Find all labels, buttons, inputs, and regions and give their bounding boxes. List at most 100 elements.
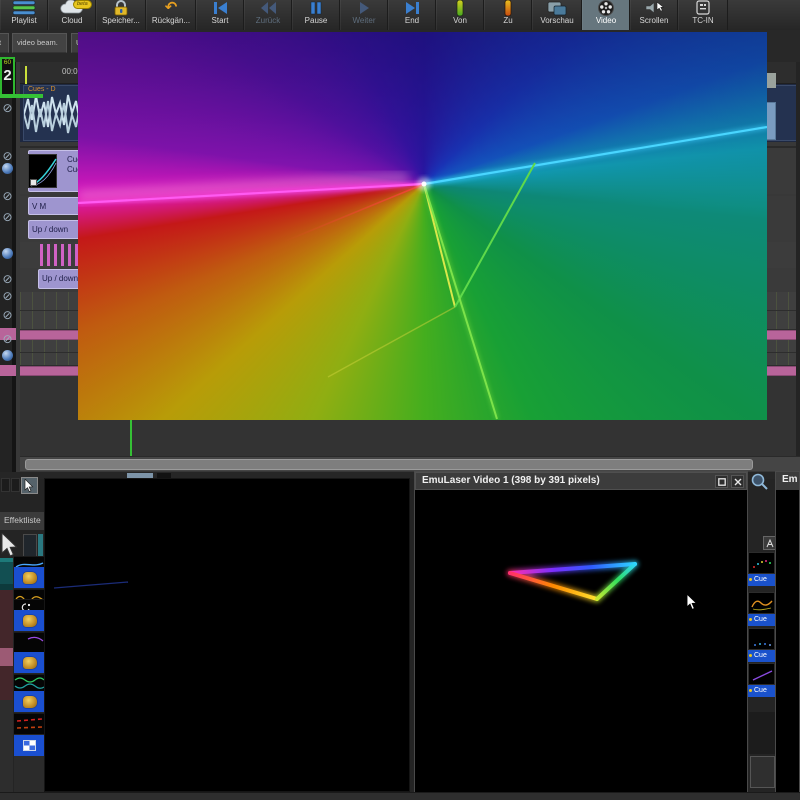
fx-slot-box[interactable] <box>23 534 37 557</box>
bottom-panel-area: Effektliste <box>0 472 800 800</box>
to-marker-icon <box>503 0 513 16</box>
fx-tool-slot-2[interactable] <box>11 478 20 492</box>
cloud-button[interactable]: Cloud beta <box>48 0 96 30</box>
pause-label: Pause <box>305 16 328 25</box>
track-mute-icon-8[interactable]: ⊘ <box>1 333 14 346</box>
tab-video-beam[interactable]: video beam. <box>12 33 67 53</box>
gold-hand-icon-1 <box>23 572 37 584</box>
track-sphere-icon-1[interactable] <box>2 163 13 174</box>
cue-thumbnail-flag-icon <box>30 179 37 186</box>
from-button[interactable]: Von <box>436 0 484 30</box>
fx-preview-blue-line[interactable] <box>14 556 45 567</box>
end-label: End <box>405 16 419 25</box>
laser-beams-graphic <box>78 32 767 420</box>
track-mute-icon-4[interactable]: ⊘ <box>1 211 14 224</box>
counter-value: 2 <box>2 67 13 84</box>
video-label: Video <box>596 16 616 25</box>
preview-monitor-icon <box>547 0 567 16</box>
track-sphere-icon-2[interactable] <box>2 248 13 259</box>
hscrollbar-thumb[interactable] <box>25 459 753 470</box>
second-emulaser-window: Em <box>775 471 800 793</box>
cue-list-item-1[interactable]: Cue <box>748 552 775 586</box>
header-pink-2 <box>0 365 16 376</box>
cue-list-footer-cell <box>750 756 775 788</box>
emulaser-titlebar[interactable]: EmuLaser Video 1 (398 by 391 pixels) <box>415 472 747 490</box>
undo-label: Rückgän... <box>152 16 190 25</box>
application-window: Playlist Cloud beta Speicher... ↶ Rückgä… <box>0 0 800 800</box>
track-mute-icon-3[interactable]: ⊘ <box>1 190 14 203</box>
playlist-label: Playlist <box>11 16 36 25</box>
pause-button[interactable]: Pause <box>292 0 340 30</box>
side-strip-maroon-1 <box>0 590 13 648</box>
cue-dot-4 <box>749 689 752 692</box>
fx-preview-purple-arc[interactable] <box>14 632 45 652</box>
fx-item-3[interactable] <box>14 652 45 673</box>
end-button[interactable]: End <box>388 0 436 30</box>
preview-button[interactable]: Vorschau <box>532 0 582 30</box>
fx-item-2[interactable] <box>14 610 45 631</box>
save-button[interactable]: Speicher... <box>96 0 146 30</box>
side-strip-pink <box>0 648 13 666</box>
counter-top: 60 <box>2 59 13 67</box>
start-label: Start <box>212 16 229 25</box>
track-mute-icon-6[interactable]: ⊘ <box>1 290 14 303</box>
scroll-label: Scrollen <box>640 16 669 25</box>
next-label: Weiter <box>353 16 376 25</box>
bottom-edge-strip <box>0 792 800 800</box>
select-tool-button[interactable] <box>21 477 38 494</box>
tab-cut[interactable]: t <box>0 33 9 53</box>
timeline-hscrollbar[interactable] <box>20 456 800 471</box>
scroll-button[interactable]: Scrollen <box>630 0 678 30</box>
from-label: Von <box>453 16 467 25</box>
pause-icon <box>309 0 323 16</box>
fx-item-checker[interactable] <box>14 735 45 756</box>
track-mute-icon-2[interactable]: ⊘ <box>1 150 14 163</box>
back-button[interactable]: Zurück <box>244 0 292 30</box>
cue-thumb-4 <box>748 663 775 685</box>
maximize-button[interactable] <box>715 475 728 488</box>
start-button[interactable]: Start <box>196 0 244 30</box>
fx-preview-red-dashes[interactable] <box>14 713 45 734</box>
cursor-arrow-icon <box>24 479 36 493</box>
loop-start-marker[interactable] <box>25 66 27 84</box>
fx-item-4[interactable] <box>14 691 45 712</box>
cue-dot-2 <box>749 618 752 621</box>
track-sphere-icon-3[interactable] <box>2 350 13 361</box>
fx-preview-yellow-squiggle[interactable] <box>14 589 45 599</box>
undo-button[interactable]: ↶ Rückgän... <box>146 0 196 30</box>
cue-list-item-2[interactable]: Cue <box>748 592 775 626</box>
cue-label-1: Cue <box>748 574 775 586</box>
film-reel-icon <box>597 0 615 16</box>
playlist-button[interactable]: Playlist <box>0 0 48 30</box>
cue-thumbnail[interactable] <box>28 154 57 188</box>
save-lock-icon <box>112 0 130 16</box>
to-button[interactable]: Zu <box>484 0 532 30</box>
cue-list-empty <box>749 712 775 754</box>
close-button[interactable] <box>731 475 744 488</box>
event-stripes[interactable] <box>40 244 80 266</box>
effects-panel-header: Effektliste <box>0 512 44 530</box>
right-edge-strip <box>796 62 800 472</box>
toolbar-spacer <box>728 0 800 30</box>
fx-preview-green-waves[interactable] <box>14 674 45 691</box>
cue-label-4: Cue <box>748 685 775 697</box>
track-mute-icon-7[interactable]: ⊘ <box>1 309 14 322</box>
video-button[interactable]: Video <box>582 0 630 30</box>
tc-in-button[interactable]: TC-IN <box>678 0 728 30</box>
zoom-tool-button[interactable] <box>750 472 772 492</box>
next-button[interactable]: Weiter <box>340 0 388 30</box>
track-mute-icon-5[interactable]: ⊘ <box>1 273 14 286</box>
video-beam-preview <box>78 32 767 420</box>
cue-list-item-4[interactable]: Cue <box>748 663 775 697</box>
cue-list-item-3[interactable]: Cue <box>748 628 775 662</box>
undo-icon: ↶ <box>165 0 178 16</box>
second-window-titlebar[interactable]: Em <box>776 472 799 490</box>
playhead-line[interactable] <box>130 420 132 456</box>
checker-icon <box>23 740 36 751</box>
side-strip-gray <box>0 700 13 792</box>
track-mute-icon-1[interactable]: ⊘ <box>1 102 14 115</box>
fx-item-1[interactable] <box>14 567 45 588</box>
fx-tool-slot-1[interactable] <box>1 478 10 492</box>
skip-start-icon <box>211 0 229 16</box>
fx-preview-white-glyph[interactable] <box>14 599 45 610</box>
